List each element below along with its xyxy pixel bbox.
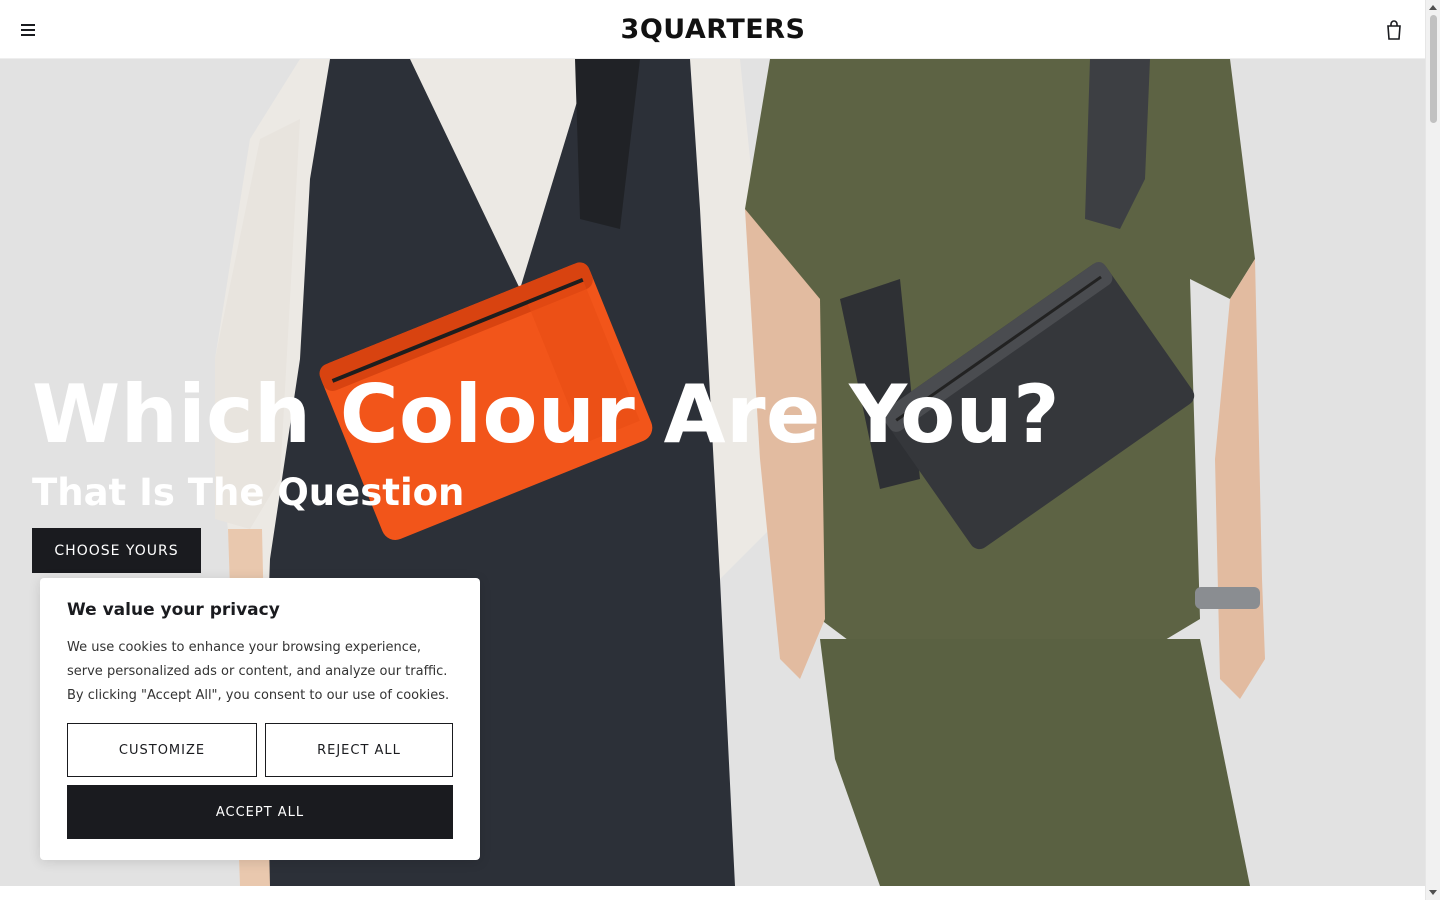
scroll-up-arrow-icon[interactable] [1429, 5, 1437, 10]
site-logo[interactable]: 3QUARTERS [621, 12, 805, 46]
hamburger-menu-icon[interactable] [14, 18, 42, 42]
reject-all-button[interactable]: REJECT ALL [265, 723, 453, 777]
scroll-down-arrow-icon[interactable] [1429, 890, 1437, 895]
cookie-consent-banner: We value your privacy We use cookies to … [40, 578, 480, 860]
page-bottom-strip [0, 886, 1425, 900]
accept-all-button[interactable]: ACCEPT ALL [67, 785, 453, 839]
customize-button[interactable]: CUSTOMIZE [67, 723, 257, 777]
scroll-thumb[interactable] [1430, 15, 1437, 123]
cookie-banner-text: We use cookies to enhance your browsing … [67, 640, 450, 703]
vertical-scrollbar[interactable] [1425, 0, 1440, 900]
hero-title: Which Colour Are You? [32, 368, 1061, 461]
hero-subtitle: That Is The Question [32, 471, 465, 514]
cookie-banner-title: We value your privacy [67, 600, 280, 620]
shopping-bag-icon[interactable] [1383, 18, 1405, 42]
choose-yours-button[interactable]: CHOOSE YOURS [32, 528, 201, 573]
site-header: 3QUARTERS [0, 0, 1425, 59]
